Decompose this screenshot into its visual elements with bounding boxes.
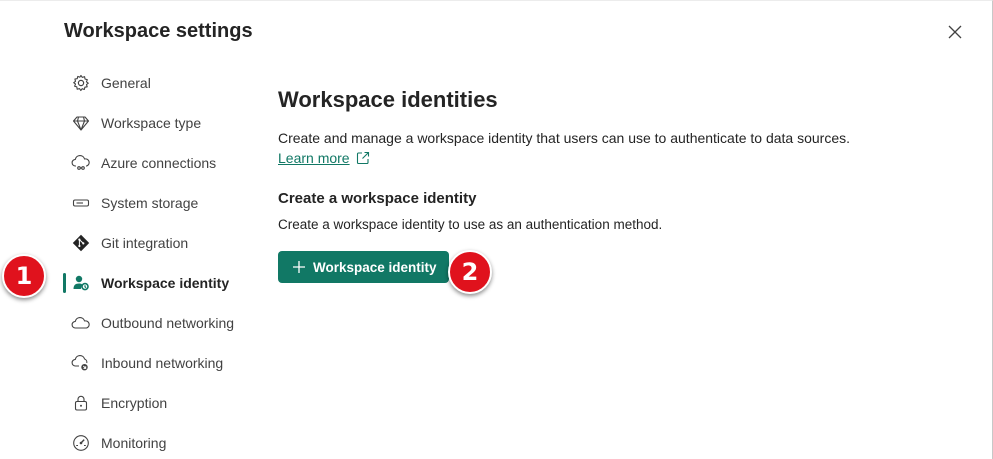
- storage-icon: [71, 193, 91, 213]
- page-title: Workspace identities: [278, 87, 498, 112]
- nav-item-workspace-type[interactable]: Workspace type: [62, 103, 252, 143]
- cloud-inbound-icon: [71, 353, 91, 373]
- nav-item-system-storage[interactable]: System storage: [62, 183, 252, 223]
- nav-item-git-integration[interactable]: Git integration: [62, 223, 252, 263]
- close-icon: [948, 25, 962, 39]
- create-button-label: Workspace identity: [313, 259, 437, 275]
- create-workspace-identity-button[interactable]: Workspace identity: [278, 251, 449, 283]
- step-badge-1: 1: [2, 254, 46, 298]
- settings-nav: General Workspace type Azure connections…: [62, 63, 252, 459]
- nav-item-encryption[interactable]: Encryption: [62, 383, 252, 423]
- nav-item-label: Workspace identity: [101, 275, 230, 291]
- main-content: Workspace identities Create and manage a…: [278, 87, 918, 283]
- nav-item-general[interactable]: General: [62, 63, 252, 103]
- nav-item-label: Workspace type: [101, 115, 202, 131]
- nav-item-label: Encryption: [101, 395, 168, 411]
- nav-item-inbound-networking[interactable]: Inbound networking: [62, 343, 252, 383]
- external-link-icon: [356, 151, 369, 165]
- dialog-title: Workspace settings: [64, 20, 253, 42]
- lock-icon: [71, 393, 91, 413]
- learn-more-link[interactable]: Learn more: [278, 148, 370, 168]
- nav-item-label: Monitoring: [101, 435, 167, 451]
- close-button[interactable]: [944, 21, 966, 43]
- nav-item-azure-connections[interactable]: Azure connections: [62, 143, 252, 183]
- learn-more-label: Learn more: [278, 150, 350, 166]
- nav-item-workspace-identity[interactable]: Workspace identity: [62, 263, 252, 303]
- nav-item-label: Inbound networking: [101, 355, 224, 371]
- identity-icon: [71, 273, 91, 293]
- nav-item-label: Git integration: [101, 235, 189, 251]
- gauge-icon: [71, 433, 91, 453]
- gear-icon: [71, 73, 91, 93]
- nav-item-label: Azure connections: [101, 155, 217, 171]
- nav-item-monitoring[interactable]: Monitoring: [62, 423, 252, 459]
- nav-item-label: General: [101, 75, 151, 91]
- section-title: Create a workspace identity: [278, 190, 477, 207]
- cloud-link-icon: [71, 153, 91, 173]
- git-icon: [71, 233, 91, 253]
- cloud-outbound-icon: [71, 313, 91, 333]
- diamond-icon: [71, 113, 91, 133]
- nav-item-label: Outbound networking: [101, 315, 235, 331]
- step-badge-2: 2: [448, 250, 492, 294]
- settings-dialog: Workspace settings General Workspace typ…: [0, 0, 993, 459]
- nav-item-label: System storage: [101, 195, 199, 211]
- section-description: Create a workspace identity to use as an…: [278, 217, 663, 232]
- plus-icon: [293, 261, 305, 273]
- page-description: Create and manage a workspace identity t…: [278, 130, 851, 146]
- nav-item-outbound-networking[interactable]: Outbound networking: [62, 303, 252, 343]
